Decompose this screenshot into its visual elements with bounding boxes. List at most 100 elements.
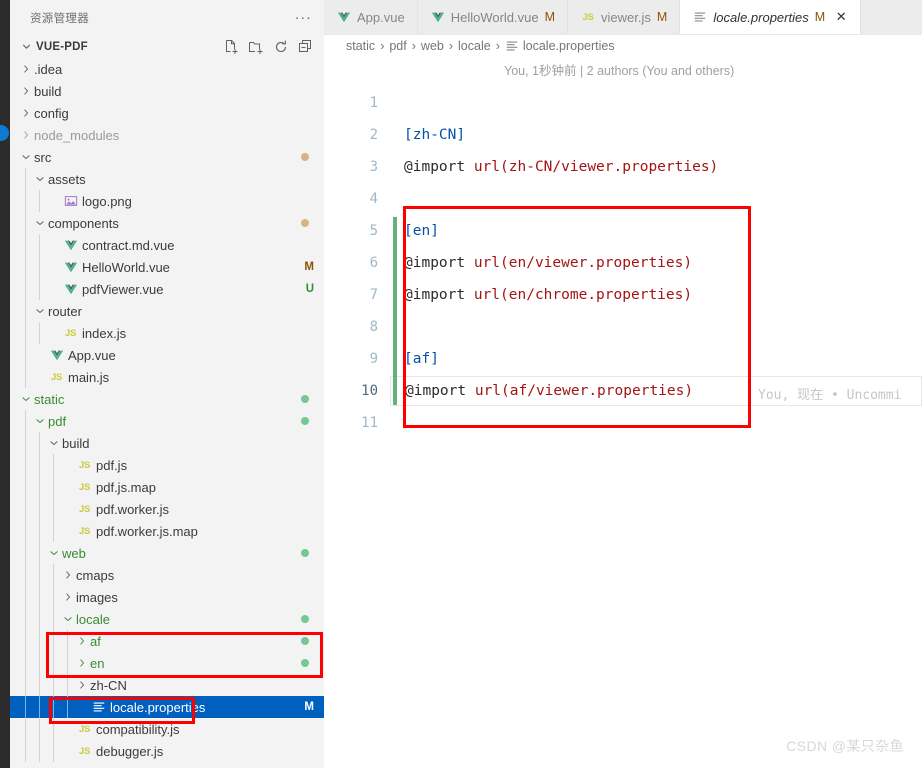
tree-row-contract-md-vue[interactable]: contract.md.vue <box>10 234 324 256</box>
line-number: 10 <box>361 383 378 399</box>
chevron-down-icon[interactable] <box>32 413 48 429</box>
tree-row-locale[interactable]: locale <box>10 608 324 630</box>
breadcrumb-file[interactable]: locale.properties <box>523 39 615 53</box>
tree-row-locale-properties[interactable]: locale.properties M <box>10 696 324 718</box>
image-file-icon <box>62 193 79 209</box>
tree-row-logo-png[interactable]: logo.png <box>10 190 324 212</box>
tree-row-build[interactable]: build <box>10 432 324 454</box>
code-line[interactable]: 7 @import url(en/chrome.properties) <box>324 279 922 311</box>
tree-row-helloworld-vue[interactable]: HelloWorld.vue M <box>10 256 324 278</box>
code-line[interactable]: 1 <box>324 87 922 119</box>
chevron-down-icon[interactable] <box>32 215 48 231</box>
tree-row-cmaps[interactable]: cmaps <box>10 564 324 586</box>
close-icon[interactable]: ✕ <box>834 9 848 24</box>
chevron-down-icon[interactable] <box>46 545 62 561</box>
code-line[interactable]: 4 <box>324 183 922 215</box>
code-line-content: @import url(zh-CN/viewer.properties) <box>390 152 922 182</box>
tree-row-label: src <box>34 149 52 165</box>
code-line[interactable]: 3 @import url(zh-CN/viewer.properties) <box>324 151 922 183</box>
code-line[interactable]: 6 @import url(en/viewer.properties) <box>324 247 922 279</box>
tree-row-zh-cn[interactable]: zh-CN <box>10 674 324 696</box>
tab-dirty-indicator: M <box>656 10 668 24</box>
code-line[interactable]: 5 [en] <box>324 215 922 247</box>
tree-row-label: components <box>48 215 119 231</box>
tree-row-label: .idea <box>34 61 63 77</box>
tree-row-components[interactable]: components <box>10 212 324 234</box>
source-control-badge-icon[interactable] <box>0 125 9 141</box>
code-text: @import url(en/viewer.properties) <box>390 255 692 271</box>
code-line[interactable]: 8 <box>324 311 922 343</box>
tree-row-pdf-js-map[interactable]: JS pdf.js.map <box>10 476 324 498</box>
tree-row-web[interactable]: web <box>10 542 324 564</box>
tree-row-index-js[interactable]: JS index.js <box>10 322 324 344</box>
tree-row-config[interactable]: config <box>10 102 324 124</box>
breadcrumb-item[interactable]: locale <box>458 39 491 53</box>
code-token: @import <box>405 383 475 399</box>
chevron-down-icon[interactable] <box>46 435 62 451</box>
tree-row--idea[interactable]: .idea <box>10 58 324 80</box>
refresh-icon[interactable] <box>273 39 289 55</box>
new-folder-icon[interactable] <box>248 39 264 55</box>
collapse-all-icon[interactable] <box>298 39 314 55</box>
chevron-right-icon[interactable] <box>74 633 90 649</box>
tree-row-pdf[interactable]: pdf <box>10 410 324 432</box>
tree-row-static[interactable]: static <box>10 388 324 410</box>
chevron-right-icon[interactable] <box>74 677 90 693</box>
code-text: @import url(zh-CN/viewer.properties) <box>390 159 718 175</box>
code-text: [af] <box>390 351 439 367</box>
code-line-content: [en] <box>390 216 922 246</box>
breadcrumb-item[interactable]: pdf <box>389 39 406 53</box>
code-line-content <box>390 184 922 214</box>
chevron-right-icon[interactable] <box>18 83 34 99</box>
breadcrumb-item[interactable]: static <box>346 39 375 53</box>
tree-row-node-modules[interactable]: node_modules <box>10 124 324 146</box>
tree-row-build[interactable]: build <box>10 80 324 102</box>
chevron-right-icon[interactable] <box>18 61 34 77</box>
tree-row-af[interactable]: af <box>10 630 324 652</box>
breadcrumb-item[interactable]: web <box>421 39 444 53</box>
tree-row-debugger-js[interactable]: JS debugger.js <box>10 740 324 762</box>
twisty-placeholder <box>32 369 48 385</box>
chevron-right-icon[interactable] <box>74 655 90 671</box>
chevron-down-icon[interactable] <box>18 149 34 165</box>
vscode-window: 资源管理器 ... VUE-PDF .idea build config nod… <box>0 0 922 768</box>
vue-file-icon <box>62 237 79 253</box>
chevron-down-icon[interactable] <box>32 171 48 187</box>
tree-row-en[interactable]: en <box>10 652 324 674</box>
tree-row-main-js[interactable]: JS main.js <box>10 366 324 388</box>
editor-tab-helloworld-vue[interactable]: HelloWorld.vue M <box>417 0 569 34</box>
chevron-down-icon[interactable] <box>60 611 76 627</box>
editor-tab-app-vue[interactable]: App.vue <box>324 0 418 34</box>
tree-row-compatibility-js[interactable]: JS compatibility.js <box>10 718 324 740</box>
editor-tab-locale-properties[interactable]: locale.properties M ✕ <box>680 0 862 34</box>
tree-row-label: web <box>62 545 86 561</box>
tree-row-pdf-worker-js[interactable]: JS pdf.worker.js <box>10 498 324 520</box>
chevron-right-icon[interactable] <box>18 105 34 121</box>
chevron-down-icon[interactable] <box>32 303 48 319</box>
tree-row-label: cmaps <box>76 567 115 583</box>
tree-row-pdfviewer-vue[interactable]: pdfViewer.vue U <box>10 278 324 300</box>
code-line-content: @import url(en/chrome.properties) <box>390 280 922 310</box>
tree-row-pdf-worker-js-map[interactable]: JS pdf.worker.js.map <box>10 520 324 542</box>
code-line-content <box>390 88 922 118</box>
breadcrumb: static › pdf › web › locale › locale.properties <box>324 35 922 57</box>
explorer-more-actions-icon[interactable]: ... <box>295 7 312 26</box>
project-root-row[interactable]: VUE-PDF <box>10 35 324 58</box>
tree-row-src[interactable]: src <box>10 146 324 168</box>
chevron-right-icon[interactable] <box>60 567 76 583</box>
chevron-down-icon[interactable] <box>18 391 34 407</box>
new-file-icon[interactable] <box>223 39 239 55</box>
tree-row-pdf-js[interactable]: JS pdf.js <box>10 454 324 476</box>
chevron-right-icon[interactable] <box>60 589 76 605</box>
code-line[interactable]: 11 <box>324 407 922 439</box>
tree-row-router[interactable]: router <box>10 300 324 322</box>
tree-row-assets[interactable]: assets <box>10 168 324 190</box>
blame-header: You, 1秒钟前 | 2 authors (You and others) <box>504 63 735 78</box>
chevron-right-icon[interactable] <box>18 127 34 143</box>
tree-row-label: af <box>90 633 101 649</box>
tree-row-app-vue[interactable]: App.vue <box>10 344 324 366</box>
code-line[interactable]: 9 [af] <box>324 343 922 375</box>
editor-tab-viewer-js[interactable]: JS viewer.js M <box>568 0 681 34</box>
tree-row-images[interactable]: images <box>10 586 324 608</box>
code-line[interactable]: 2 [zh-CN] <box>324 119 922 151</box>
